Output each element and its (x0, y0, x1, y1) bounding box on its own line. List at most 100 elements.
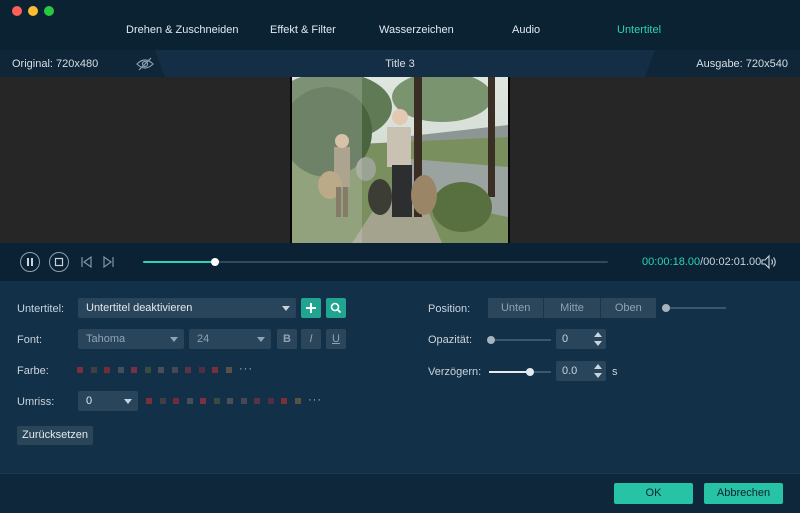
cancel-button[interactable]: Abbrechen (704, 483, 783, 504)
playback-controls: 00:00:18.00/00:02:01.00 (0, 243, 800, 281)
font-size-value: 24 (197, 333, 210, 345)
subtitle-label: Untertitel: (17, 303, 65, 315)
plus-icon[interactable] (301, 298, 321, 318)
edit-tabs: Drehen & Zuschneiden Effekt & Filter Was… (0, 24, 800, 40)
tab-subtitle[interactable]: Untertitel (617, 24, 661, 36)
close-window-button[interactable] (12, 6, 22, 16)
color-swatch[interactable] (186, 398, 193, 404)
time-display: 00:00:18.00/00:02:01.00 (642, 256, 761, 268)
stepper-arrows-icon[interactable] (593, 331, 603, 347)
color-swatch[interactable] (90, 367, 97, 373)
position-label: Position: (428, 303, 471, 315)
position-bottom-button[interactable]: Unten (488, 298, 544, 318)
tab-rotate-crop[interactable]: Drehen & Zuschneiden (126, 24, 239, 36)
info-bar: Original: 720x480 Title 3 Ausgabe: 720x5… (0, 50, 800, 77)
font-label: Font: (17, 334, 43, 346)
total-time: /00:02:01.00 (700, 256, 762, 268)
more-colors-button[interactable]: ··· (239, 363, 253, 375)
color-swatch[interactable] (173, 398, 179, 404)
timeline-knob[interactable] (211, 258, 220, 266)
color-swatch[interactable] (213, 398, 220, 404)
timeline-track[interactable] (143, 258, 608, 266)
output-resolution: Ausgabe: 720x540 (696, 58, 788, 70)
chevron-down-icon (124, 399, 132, 404)
color-swatch[interactable] (159, 398, 166, 404)
color-swatch[interactable] (212, 367, 218, 373)
skip-forward-icon[interactable] (101, 254, 117, 270)
position-segmented-control: Unten Mitte Oben (488, 298, 656, 318)
color-swatch[interactable] (104, 367, 110, 373)
color-swatch[interactable] (117, 367, 124, 373)
chevron-down-icon (170, 337, 178, 342)
opacity-value: 0 (562, 333, 569, 345)
delay-value: 0.0 (562, 365, 578, 377)
delay-slider-track[interactable] (489, 371, 551, 373)
footer: OK Abbrechen (0, 473, 800, 513)
stop-icon[interactable] (49, 252, 69, 272)
color-swatch[interactable] (227, 398, 233, 404)
color-swatch[interactable] (200, 398, 206, 404)
current-time: 00:00:18.00 (642, 256, 701, 268)
color-swatch[interactable] (77, 367, 83, 373)
opacity-input[interactable]: 0 (556, 329, 606, 349)
delay-slider-knob[interactable] (526, 368, 535, 376)
search-icon[interactable] (326, 298, 346, 318)
color-swatch[interactable] (146, 398, 152, 404)
delay-input[interactable]: 0.0 (556, 361, 606, 381)
outline-width-select[interactable]: 0 (78, 391, 138, 411)
minimize-window-button[interactable] (28, 6, 38, 16)
subtitle-select-value: Untertitel deaktivieren (86, 302, 193, 314)
subtitle-settings: Untertitel: Untertitel deaktivieren Font… (0, 281, 800, 473)
skip-back-icon[interactable] (78, 254, 94, 270)
color-swatch[interactable] (294, 398, 301, 404)
top-bar: Drehen & Zuschneiden Effekt & Filter Was… (0, 0, 800, 50)
color-swatch[interactable] (225, 367, 232, 373)
color-label: Farbe: (17, 365, 49, 377)
chevron-down-icon (257, 337, 265, 342)
chevron-down-icon (282, 306, 290, 311)
video-preview (0, 77, 800, 243)
color-swatch[interactable] (281, 398, 287, 404)
maximize-window-button[interactable] (44, 6, 54, 16)
color-swatch[interactable] (240, 398, 247, 404)
opacity-label: Opazität: (428, 334, 473, 346)
more-outline-colors-button[interactable]: ··· (308, 394, 322, 406)
color-swatch[interactable] (254, 398, 260, 404)
tab-audio[interactable]: Audio (512, 24, 540, 36)
color-swatch[interactable] (158, 367, 164, 373)
timeline-progress (143, 261, 216, 263)
delay-slider-fill (489, 371, 530, 373)
position-middle-button[interactable]: Mitte (543, 298, 600, 318)
stepper-arrows-icon[interactable] (593, 363, 603, 379)
bold-button[interactable]: B (277, 329, 297, 349)
ok-button[interactable]: OK (614, 483, 693, 504)
window-controls (12, 6, 54, 16)
font-family-value: Tahoma (86, 333, 126, 345)
opacity-slider-track[interactable] (491, 339, 551, 341)
italic-button[interactable]: I (301, 329, 321, 349)
color-swatch[interactable] (198, 367, 205, 373)
video-title: Title 3 (385, 58, 415, 70)
font-size-select[interactable]: 24 (189, 329, 271, 349)
position-slider-knob[interactable] (662, 304, 670, 312)
underline-button[interactable]: U (326, 329, 346, 349)
outline-label: Umriss: (17, 396, 55, 408)
color-swatch[interactable] (131, 367, 137, 373)
color-swatch[interactable] (185, 367, 191, 373)
color-swatch[interactable] (267, 398, 274, 404)
delay-label: Verzögern: (428, 366, 482, 378)
font-family-select[interactable]: Tahoma (78, 329, 184, 349)
reset-button[interactable]: Zurücksetzen (17, 426, 93, 445)
volume-icon[interactable] (760, 254, 778, 270)
subtitle-select[interactable]: Untertitel deaktivieren (78, 298, 296, 318)
position-slider-track[interactable] (670, 307, 726, 309)
color-swatch[interactable] (171, 367, 178, 373)
tab-watermark[interactable]: Wasserzeichen (379, 24, 454, 36)
color-swatch[interactable] (144, 367, 151, 373)
pause-icon[interactable] (20, 252, 40, 272)
delay-unit: s (612, 366, 618, 378)
opacity-slider-knob[interactable] (487, 336, 495, 344)
tab-effect-filter[interactable]: Effekt & Filter (270, 24, 336, 36)
position-top-button[interactable]: Oben (599, 298, 656, 318)
video-frame (290, 77, 510, 243)
